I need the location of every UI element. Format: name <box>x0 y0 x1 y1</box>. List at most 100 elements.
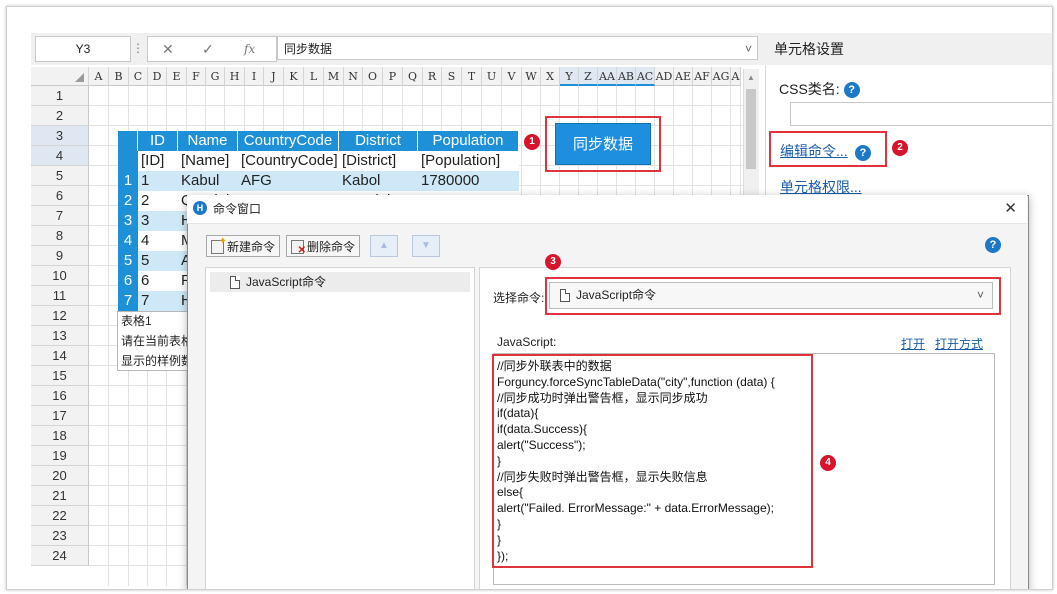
column-header[interactable]: V <box>502 67 522 86</box>
move-down-button[interactable]: ▼ <box>412 235 440 257</box>
css-class-label-text: CSS类名: <box>779 81 840 97</box>
column-header[interactable]: AA <box>598 67 617 86</box>
row-header[interactable]: 17 <box>31 406 89 426</box>
badge-3: 3 <box>545 254 561 270</box>
scrollbar-thumb[interactable] <box>746 89 756 169</box>
column-header[interactable]: X <box>541 67 560 86</box>
row-header[interactable]: 16 <box>31 386 89 406</box>
delete-command-button[interactable]: ✕ 删除命令 <box>286 235 361 257</box>
row-header[interactable]: 2 <box>31 106 89 126</box>
row-header[interactable]: 7 <box>31 206 89 226</box>
row-header[interactable]: 21 <box>31 486 89 506</box>
column-header[interactable]: R <box>423 67 442 86</box>
open-link[interactable]: 打开 <box>901 335 925 352</box>
column-header[interactable]: L <box>304 67 324 86</box>
column-header[interactable]: M <box>324 67 344 86</box>
table-cell: 6 <box>138 271 178 291</box>
css-class-input[interactable] <box>790 102 1052 126</box>
app-window: Y3 ⋮ ✕ ✓ fx 同步数据 ˅ ABCDEFGHIJKLMNOPQRSTU… <box>6 6 1053 590</box>
column-header[interactable]: T <box>462 67 482 86</box>
select-all-corner[interactable] <box>31 67 89 86</box>
row-number-cell: 6 <box>118 271 138 291</box>
help-icon[interactable]: ? <box>843 82 860 99</box>
column-header[interactable]: H <box>225 67 245 86</box>
row-header[interactable]: 18 <box>31 426 89 446</box>
column-header[interactable]: P <box>383 67 403 86</box>
open-with-link[interactable]: 打开方式 <box>935 335 983 352</box>
column-header[interactable]: I <box>245 67 264 86</box>
scroll-up-icon[interactable]: ▲ <box>747 73 755 82</box>
column-header[interactable]: B <box>109 67 129 86</box>
command-list: JavaScript命令 <box>205 267 475 589</box>
column-header[interactable]: K <box>284 67 304 86</box>
table-cell: 7 <box>138 291 178 311</box>
column-header[interactable]: W <box>522 67 541 86</box>
column-header[interactable]: F <box>187 67 206 86</box>
column-header[interactable]: AB <box>617 67 636 86</box>
column-header[interactable]: AE <box>674 67 693 86</box>
column-header[interactable]: AF <box>693 67 712 86</box>
column-header[interactable]: C <box>129 67 148 86</box>
close-icon[interactable]: ✕ <box>1004 195 1017 223</box>
help-icon[interactable]: ? <box>855 144 872 161</box>
chevron-down-icon[interactable]: ˅ <box>745 37 752 61</box>
column-header[interactable]: AG <box>712 67 731 86</box>
help-icon[interactable]: ? <box>985 237 1001 253</box>
row-header[interactable]: 14 <box>31 346 89 366</box>
new-command-button[interactable]: ✦ 新建命令 <box>206 235 281 257</box>
row-header[interactable]: 9 <box>31 246 89 266</box>
column-header[interactable]: Z <box>579 67 598 86</box>
column-header[interactable]: A <box>731 67 741 86</box>
row-number-cell: 1 <box>118 171 138 191</box>
row-header[interactable]: 13 <box>31 326 89 346</box>
delete-command-label: 删除命令 <box>307 240 356 254</box>
app-logo-icon: H <box>193 201 207 215</box>
row-header[interactable]: 3 <box>31 126 89 146</box>
column-header[interactable]: A <box>89 67 109 86</box>
row-header[interactable]: 8 <box>31 226 89 246</box>
row-header[interactable]: 11 <box>31 286 89 306</box>
row-header[interactable]: 6 <box>31 186 89 206</box>
sync-data-button[interactable]: 同步数据 <box>555 123 651 165</box>
command-list-item[interactable]: JavaScript命令 <box>210 272 470 292</box>
down-arrow-icon: ▼ <box>421 240 431 251</box>
row-header[interactable]: 24 <box>31 546 89 566</box>
column-header[interactable]: S <box>442 67 462 86</box>
cell-reference-box[interactable]: Y3 <box>35 36 131 62</box>
row-header[interactable]: 4 <box>31 146 89 166</box>
cancel-icon[interactable]: ✕ <box>162 37 174 61</box>
edit-command-link[interactable]: 编辑命令... <box>780 143 848 159</box>
table-cell <box>118 151 138 171</box>
table-header-cell: ID <box>138 131 178 151</box>
row-number-cell: 2 <box>118 191 138 211</box>
delete-file-icon: ✕ <box>291 240 306 256</box>
move-up-button[interactable]: ▲ <box>370 235 398 257</box>
row-header[interactable]: 20 <box>31 466 89 486</box>
confirm-icon[interactable]: ✓ <box>202 37 214 61</box>
column-header[interactable]: E <box>167 67 187 86</box>
cell-permissions-link[interactable]: 单元格权限... <box>780 179 862 195</box>
row-header[interactable]: 1 <box>31 86 89 106</box>
column-header[interactable]: AC <box>636 67 655 86</box>
column-header[interactable]: Q <box>403 67 423 86</box>
column-header[interactable]: U <box>482 67 502 86</box>
row-header[interactable]: 19 <box>31 446 89 466</box>
row-header[interactable]: 23 <box>31 526 89 546</box>
row-header[interactable]: 5 <box>31 166 89 186</box>
row-header[interactable]: 15 <box>31 366 89 386</box>
row-header[interactable]: 10 <box>31 266 89 286</box>
up-arrow-icon: ▲ <box>379 240 389 251</box>
table-cell: 5 <box>138 251 178 271</box>
column-header[interactable]: J <box>264 67 284 86</box>
column-header[interactable]: Y <box>560 67 579 86</box>
column-header[interactable]: D <box>148 67 167 86</box>
row-header[interactable]: 22 <box>31 506 89 526</box>
row-header[interactable]: 12 <box>31 306 89 326</box>
formula-input[interactable]: 同步数据 ˅ <box>277 36 758 60</box>
column-header[interactable]: G <box>206 67 225 86</box>
table-cell: 3 <box>138 211 178 231</box>
column-header[interactable]: AD <box>655 67 674 86</box>
function-icon[interactable]: fx <box>244 37 255 61</box>
column-header[interactable]: N <box>344 67 363 86</box>
column-header[interactable]: O <box>363 67 383 86</box>
